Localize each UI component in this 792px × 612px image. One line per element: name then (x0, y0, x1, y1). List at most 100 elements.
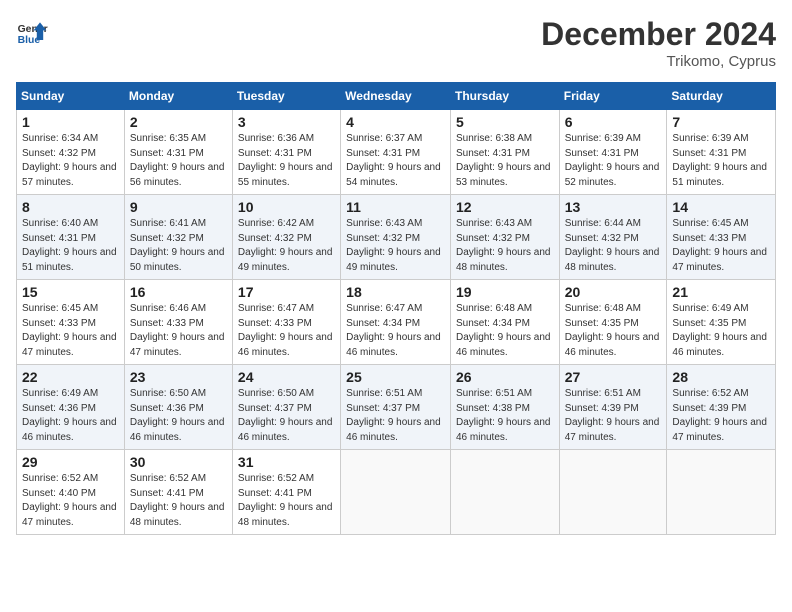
day-number: 17 (238, 284, 335, 300)
calendar-cell: 8 Sunrise: 6:40 AM Sunset: 4:31 PM Dayli… (17, 195, 125, 280)
calendar-cell: 16 Sunrise: 6:46 AM Sunset: 4:33 PM Dayl… (124, 280, 232, 365)
calendar-week-row: 22 Sunrise: 6:49 AM Sunset: 4:36 PM Dayl… (17, 365, 776, 450)
day-info: Sunrise: 6:50 AM Sunset: 4:37 PM Dayligh… (238, 387, 335, 445)
calendar-cell: 15 Sunrise: 6:45 AM Sunset: 4:33 PM Dayl… (17, 280, 125, 365)
day-info: Sunrise: 6:35 AM Sunset: 4:31 PM Dayligh… (130, 132, 227, 190)
day-info: Sunrise: 6:39 AM Sunset: 4:31 PM Dayligh… (672, 132, 770, 190)
day-number: 10 (238, 199, 335, 215)
day-number: 4 (346, 114, 445, 130)
month-year-title: December 2024 (541, 16, 776, 53)
day-info: Sunrise: 6:43 AM Sunset: 4:32 PM Dayligh… (456, 217, 554, 275)
calendar-header: SundayMondayTuesdayWednesdayThursdayFrid… (17, 83, 776, 110)
calendar-cell: 26 Sunrise: 6:51 AM Sunset: 4:38 PM Dayl… (450, 365, 559, 450)
calendar-cell: 10 Sunrise: 6:42 AM Sunset: 4:32 PM Dayl… (232, 195, 340, 280)
title-area: December 2024 Trikomo, Cyprus (541, 16, 776, 70)
day-number: 3 (238, 114, 335, 130)
day-number: 7 (672, 114, 770, 130)
day-info: Sunrise: 6:46 AM Sunset: 4:33 PM Dayligh… (130, 302, 227, 360)
calendar-week-row: 8 Sunrise: 6:40 AM Sunset: 4:31 PM Dayli… (17, 195, 776, 280)
weekday-header-saturday: Saturday (667, 83, 776, 110)
calendar-cell: 31 Sunrise: 6:52 AM Sunset: 4:41 PM Dayl… (232, 450, 340, 535)
day-number: 11 (346, 199, 445, 215)
day-info: Sunrise: 6:52 AM Sunset: 4:39 PM Dayligh… (672, 387, 770, 445)
calendar-cell: 25 Sunrise: 6:51 AM Sunset: 4:37 PM Dayl… (341, 365, 451, 450)
day-number: 23 (130, 369, 227, 385)
weekday-header-monday: Monday (124, 83, 232, 110)
day-info: Sunrise: 6:48 AM Sunset: 4:35 PM Dayligh… (565, 302, 662, 360)
day-number: 20 (565, 284, 662, 300)
calendar-cell: 23 Sunrise: 6:50 AM Sunset: 4:36 PM Dayl… (124, 365, 232, 450)
calendar-cell (667, 450, 776, 535)
day-number: 26 (456, 369, 554, 385)
day-info: Sunrise: 6:36 AM Sunset: 4:31 PM Dayligh… (238, 132, 335, 190)
day-info: Sunrise: 6:49 AM Sunset: 4:36 PM Dayligh… (22, 387, 119, 445)
page-header: General Blue December 2024 Trikomo, Cypr… (16, 16, 776, 70)
calendar-cell: 27 Sunrise: 6:51 AM Sunset: 4:39 PM Dayl… (559, 365, 667, 450)
calendar-cell: 6 Sunrise: 6:39 AM Sunset: 4:31 PM Dayli… (559, 110, 667, 195)
day-info: Sunrise: 6:44 AM Sunset: 4:32 PM Dayligh… (565, 217, 662, 275)
calendar-cell: 13 Sunrise: 6:44 AM Sunset: 4:32 PM Dayl… (559, 195, 667, 280)
day-info: Sunrise: 6:52 AM Sunset: 4:41 PM Dayligh… (238, 472, 335, 530)
day-number: 2 (130, 114, 227, 130)
calendar-cell: 4 Sunrise: 6:37 AM Sunset: 4:31 PM Dayli… (341, 110, 451, 195)
day-number: 31 (238, 454, 335, 470)
calendar-cell: 5 Sunrise: 6:38 AM Sunset: 4:31 PM Dayli… (450, 110, 559, 195)
calendar-cell: 18 Sunrise: 6:47 AM Sunset: 4:34 PM Dayl… (341, 280, 451, 365)
day-number: 27 (565, 369, 662, 385)
day-info: Sunrise: 6:34 AM Sunset: 4:32 PM Dayligh… (22, 132, 119, 190)
calendar-week-row: 15 Sunrise: 6:45 AM Sunset: 4:33 PM Dayl… (17, 280, 776, 365)
day-number: 18 (346, 284, 445, 300)
day-number: 1 (22, 114, 119, 130)
day-number: 9 (130, 199, 227, 215)
day-info: Sunrise: 6:47 AM Sunset: 4:33 PM Dayligh… (238, 302, 335, 360)
day-number: 8 (22, 199, 119, 215)
day-info: Sunrise: 6:48 AM Sunset: 4:34 PM Dayligh… (456, 302, 554, 360)
calendar-cell: 28 Sunrise: 6:52 AM Sunset: 4:39 PM Dayl… (667, 365, 776, 450)
calendar-table: SundayMondayTuesdayWednesdayThursdayFrid… (16, 82, 776, 535)
day-number: 21 (672, 284, 770, 300)
calendar-cell: 19 Sunrise: 6:48 AM Sunset: 4:34 PM Dayl… (450, 280, 559, 365)
day-info: Sunrise: 6:51 AM Sunset: 4:37 PM Dayligh… (346, 387, 445, 445)
logo-icon: General Blue (16, 16, 48, 48)
day-number: 16 (130, 284, 227, 300)
weekday-header-row: SundayMondayTuesdayWednesdayThursdayFrid… (17, 83, 776, 110)
calendar-cell (450, 450, 559, 535)
day-info: Sunrise: 6:42 AM Sunset: 4:32 PM Dayligh… (238, 217, 335, 275)
calendar-cell: 1 Sunrise: 6:34 AM Sunset: 4:32 PM Dayli… (17, 110, 125, 195)
calendar-cell: 30 Sunrise: 6:52 AM Sunset: 4:41 PM Dayl… (124, 450, 232, 535)
calendar-cell: 20 Sunrise: 6:48 AM Sunset: 4:35 PM Dayl… (559, 280, 667, 365)
calendar-cell: 14 Sunrise: 6:45 AM Sunset: 4:33 PM Dayl… (667, 195, 776, 280)
day-info: Sunrise: 6:50 AM Sunset: 4:36 PM Dayligh… (130, 387, 227, 445)
calendar-cell: 22 Sunrise: 6:49 AM Sunset: 4:36 PM Dayl… (17, 365, 125, 450)
day-info: Sunrise: 6:37 AM Sunset: 4:31 PM Dayligh… (346, 132, 445, 190)
calendar-cell: 12 Sunrise: 6:43 AM Sunset: 4:32 PM Dayl… (450, 195, 559, 280)
weekday-header-friday: Friday (559, 83, 667, 110)
calendar-cell (559, 450, 667, 535)
day-info: Sunrise: 6:43 AM Sunset: 4:32 PM Dayligh… (346, 217, 445, 275)
day-info: Sunrise: 6:52 AM Sunset: 4:40 PM Dayligh… (22, 472, 119, 530)
calendar-cell: 17 Sunrise: 6:47 AM Sunset: 4:33 PM Dayl… (232, 280, 340, 365)
day-number: 30 (130, 454, 227, 470)
day-info: Sunrise: 6:49 AM Sunset: 4:35 PM Dayligh… (672, 302, 770, 360)
weekday-header-wednesday: Wednesday (341, 83, 451, 110)
logo: General Blue (16, 16, 48, 48)
day-number: 14 (672, 199, 770, 215)
day-info: Sunrise: 6:45 AM Sunset: 4:33 PM Dayligh… (672, 217, 770, 275)
day-info: Sunrise: 6:39 AM Sunset: 4:31 PM Dayligh… (565, 132, 662, 190)
day-number: 24 (238, 369, 335, 385)
day-info: Sunrise: 6:51 AM Sunset: 4:39 PM Dayligh… (565, 387, 662, 445)
calendar-cell: 11 Sunrise: 6:43 AM Sunset: 4:32 PM Dayl… (341, 195, 451, 280)
calendar-body: 1 Sunrise: 6:34 AM Sunset: 4:32 PM Dayli… (17, 110, 776, 535)
calendar-cell: 7 Sunrise: 6:39 AM Sunset: 4:31 PM Dayli… (667, 110, 776, 195)
day-info: Sunrise: 6:41 AM Sunset: 4:32 PM Dayligh… (130, 217, 227, 275)
weekday-header-thursday: Thursday (450, 83, 559, 110)
day-info: Sunrise: 6:40 AM Sunset: 4:31 PM Dayligh… (22, 217, 119, 275)
location-subtitle: Trikomo, Cyprus (541, 53, 776, 70)
calendar-cell (341, 450, 451, 535)
calendar-week-row: 1 Sunrise: 6:34 AM Sunset: 4:32 PM Dayli… (17, 110, 776, 195)
day-info: Sunrise: 6:52 AM Sunset: 4:41 PM Dayligh… (130, 472, 227, 530)
calendar-week-row: 29 Sunrise: 6:52 AM Sunset: 4:40 PM Dayl… (17, 450, 776, 535)
day-number: 6 (565, 114, 662, 130)
day-number: 13 (565, 199, 662, 215)
day-number: 25 (346, 369, 445, 385)
